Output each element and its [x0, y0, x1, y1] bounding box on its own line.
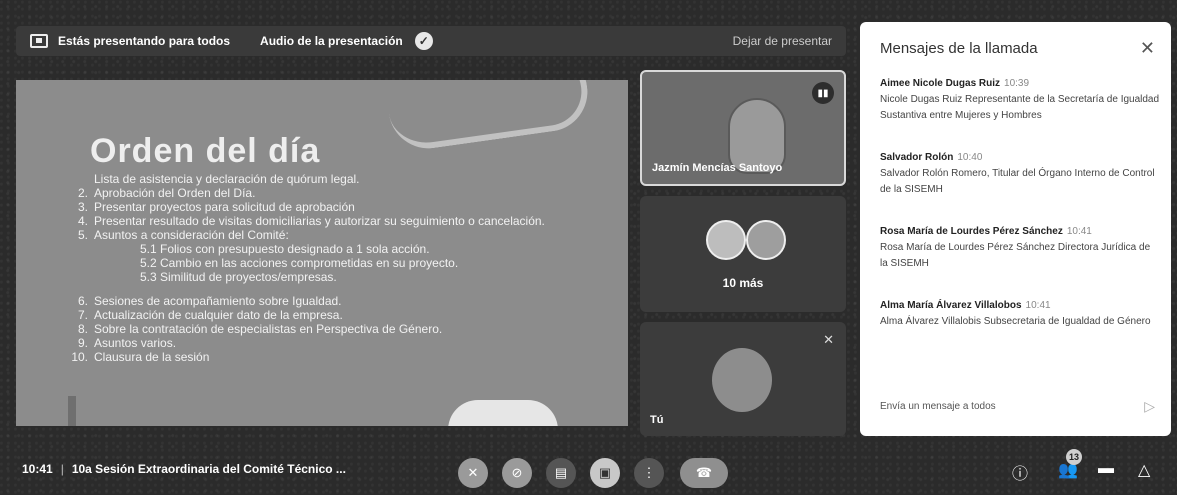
- more-participants-label: 10 más: [722, 276, 764, 290]
- presenting-label: Estás presentando para todos: [58, 34, 231, 48]
- agenda-item: 7. Actualización de cualquier dato de la …: [77, 308, 343, 322]
- message-sender: Aimee Nicole Dugas Ruiz: [880, 78, 1001, 89]
- chat-message: Rosa María de Lourdes Pérez Sánchez 10:41…: [880, 224, 1160, 272]
- chat-message: Aimee Nicole Dugas Ruiz 10:39 Nicole Duga…: [880, 76, 1160, 124]
- presentation-slide: Orden del día Lista de asistencia y decl…: [16, 80, 628, 426]
- presenting-banner: Estás presentando para todos Audio de la…: [16, 26, 846, 56]
- message-text: Rosa María de Lourdes Pérez Sánchez Dire…: [880, 242, 1151, 269]
- activities-icon[interactable]: △: [1138, 460, 1150, 480]
- participant-video: [712, 348, 772, 412]
- info-icon[interactable]: ⓘ: [1012, 460, 1028, 484]
- agenda-item: Lista de asistencia y declaración de quó…: [94, 172, 360, 186]
- captions-icon[interactable]: ▤: [546, 458, 576, 488]
- agenda-item: 8. Sobre la contratación de especialistas…: [77, 322, 443, 336]
- slide-title: Orden del día: [90, 132, 321, 170]
- more-options-icon[interactable]: ⋮: [634, 458, 664, 488]
- spacer: [68, 284, 545, 294]
- present-screen-icon[interactable]: ▣: [590, 458, 620, 488]
- slide-decoration: [448, 400, 558, 426]
- message-text: Alma Álvarez Villalobis Subsecretaria de…: [880, 316, 1151, 327]
- agenda-item: 4. Presentar resultado de visitas domicil…: [77, 214, 545, 228]
- agenda-list: Lista de asistencia y declaración de quó…: [68, 172, 545, 364]
- agenda-item: 3. Presentar proyectos para solicitud de …: [77, 200, 355, 214]
- agenda-item: 9. Asuntos varios.: [77, 336, 177, 350]
- slide-decoration: [383, 80, 593, 154]
- check-icon[interactable]: ✓: [414, 32, 433, 50]
- end-call-icon[interactable]: ☎: [680, 458, 728, 488]
- message-text: Salvador Rolón Romero, Titular del Órgan…: [880, 168, 1155, 195]
- presentation-audio-toggle[interactable]: Audio de la presentación: [260, 34, 403, 48]
- message-time: 10:41: [1066, 226, 1092, 237]
- message-time: 10:41: [1025, 300, 1051, 311]
- participant-tile-self[interactable]: ✕ Tú: [640, 322, 846, 436]
- present-screen-icon: [30, 34, 48, 48]
- chat-input-placeholder[interactable]: Envía un mensaje a todos: [880, 401, 1144, 412]
- chat-message: Salvador Rolón 10:40 Salvador Rolón Romer…: [880, 150, 1160, 198]
- participant-name: Jazmín Mencías Santoyo: [652, 162, 783, 174]
- participants-count-badge: 13: [1066, 449, 1082, 465]
- chat-panel: Mensajes de la llamada ✕ Aimee Nicole Du…: [860, 22, 1171, 436]
- stop-presenting-button[interactable]: Dejar de presentar: [733, 34, 832, 48]
- avatar: [706, 220, 746, 260]
- message-time: 10:39: [1004, 78, 1030, 89]
- slide-decoration: [68, 396, 76, 426]
- participant-tile-presenter[interactable]: ▮▮ Jazmín Mencías Santoyo: [640, 70, 846, 186]
- close-icon[interactable]: ✕: [1140, 38, 1155, 59]
- agenda-item: 10. Clausura de la sesión: [71, 350, 210, 364]
- chat-input[interactable]: Envía un mensaje a todos ▷: [880, 392, 1155, 420]
- chat-icon[interactable]: ▬: [1098, 460, 1114, 478]
- agenda-subitem: 5.2 Cambio en las acciones comprometidas…: [140, 256, 459, 270]
- clock: 10:41: [22, 462, 53, 476]
- message-sender: Rosa María de Lourdes Pérez Sánchez: [880, 226, 1063, 237]
- mic-off-icon[interactable]: ✕: [458, 458, 488, 488]
- mic-off-icon: ✕: [823, 332, 834, 347]
- message-sender: Salvador Rolón: [880, 152, 954, 163]
- meeting-info: 10:41 | 10a Sesión Extraordinaria del Comi…: [22, 462, 346, 476]
- participant-tile-more[interactable]: 10 más: [640, 196, 846, 312]
- chat-message: Alma María Álvarez Villalobos 10:41 Alma …: [880, 298, 1160, 330]
- chat-title: Mensajes de la llamada: [880, 40, 1038, 57]
- audio-level-icon: ▮▮: [812, 82, 834, 104]
- avatar: [746, 220, 786, 260]
- camera-off-icon[interactable]: ⊘: [502, 458, 532, 488]
- agenda-item: 2. Aprobación del Orden del Día.: [77, 186, 256, 200]
- message-time: 10:40: [957, 152, 983, 163]
- message-sender: Alma María Álvarez Villalobos: [880, 300, 1022, 311]
- agenda-item: 5. Asuntos a consideración del Comité:: [77, 228, 289, 242]
- agenda-subitem: 5.3 Similitud de proyectos/empresas.: [140, 270, 337, 284]
- agenda-item: 6. Sesiones de acompañamiento sobre Igual…: [77, 294, 342, 308]
- agenda-subitem: 5.1 Folios con presupuesto designado a 1…: [140, 242, 430, 256]
- bottom-toolbar: 10:41 | 10a Sesión Extraordinaria del Comi…: [0, 444, 1177, 495]
- send-icon[interactable]: ▷: [1144, 398, 1155, 415]
- message-text: Nicole Dugas Ruiz Representante de la Se…: [880, 94, 1160, 121]
- self-label: Tú: [650, 414, 664, 426]
- meeting-title: 10a Sesión Extraordinaria del Comité Téc…: [71, 462, 346, 476]
